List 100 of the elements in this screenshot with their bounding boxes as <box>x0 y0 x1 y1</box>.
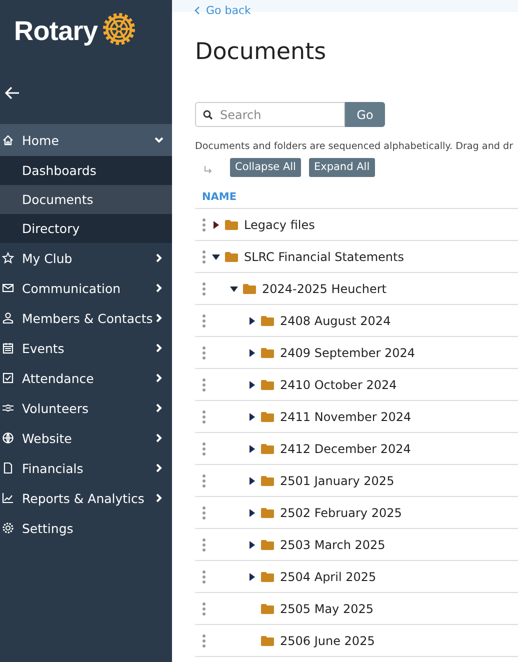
nav-item[interactable]: My Club <box>0 243 172 273</box>
chevron-right-icon <box>154 493 164 503</box>
search-field[interactable]: Search <box>195 102 345 127</box>
nav-item[interactable]: Attendance <box>0 363 172 393</box>
chevron-right-icon <box>154 403 164 413</box>
house-icon <box>2 134 14 146</box>
globe-icon <box>2 432 14 444</box>
folder-icon <box>243 284 256 294</box>
caret-right-icon[interactable] <box>248 444 256 452</box>
instruction-text: Documents and folders are sequenced alphabetically. Drag and dr <box>195 141 514 152</box>
caret-right-icon[interactable] <box>248 476 256 484</box>
drag-handle-icon <box>202 474 206 488</box>
drag-handle-icon <box>202 378 206 392</box>
nav-item[interactable]: Settings <box>0 513 172 543</box>
folder-icon <box>261 540 274 550</box>
nav-subitem[interactable]: Documents <box>0 185 172 214</box>
chevron-right-icon <box>154 343 164 353</box>
page-title: Documents <box>195 38 328 66</box>
folder-name[interactable]: 2504 April 2025 <box>280 570 376 584</box>
return-arrow-icon <box>204 166 212 174</box>
caret-down-icon[interactable] <box>212 252 220 260</box>
drag-handle-icon <box>202 442 206 456</box>
go-button[interactable]: Go <box>345 102 385 127</box>
nav-item[interactable]: Home <box>0 124 172 156</box>
caret-right-icon[interactable] <box>248 316 256 324</box>
nav-item[interactable]: Events <box>0 333 172 363</box>
folder-name[interactable]: SLRC Financial Statements <box>244 250 404 264</box>
nav-item[interactable]: Reports & Analytics <box>0 483 172 513</box>
caret-right-icon[interactable] <box>212 220 220 228</box>
chevron-right-icon <box>154 373 164 383</box>
person-icon <box>2 312 14 324</box>
folder-name[interactable]: 2505 May 2025 <box>280 602 374 616</box>
folder-name[interactable]: 2409 September 2024 <box>280 346 416 360</box>
folder-icon <box>261 316 274 326</box>
folder-icon <box>225 252 238 262</box>
chevron-right-icon <box>154 313 164 323</box>
gear-wheel-logo <box>100 11 137 47</box>
folder-name[interactable]: 2502 February 2025 <box>280 506 402 520</box>
folder-name[interactable]: 2501 January 2025 <box>280 474 394 488</box>
caret-right-icon[interactable] <box>248 412 256 420</box>
chevron-right-icon <box>154 253 164 263</box>
nav-subitem[interactable]: Dashboards <box>0 156 172 185</box>
back-arrow-icon[interactable] <box>4 86 20 100</box>
drag-handle-icon <box>202 410 206 424</box>
folder-icon <box>261 572 274 582</box>
nav-item[interactable]: Volunteers <box>0 393 172 423</box>
folder-icon <box>261 508 274 518</box>
envelope-icon <box>2 282 14 294</box>
caret-right-icon[interactable] <box>248 380 256 388</box>
caret-right-icon[interactable] <box>248 572 256 580</box>
nav-item[interactable]: Website <box>0 423 172 453</box>
nav-item[interactable]: Financials <box>0 453 172 483</box>
chevron-right-icon <box>154 433 164 443</box>
folder-name[interactable]: Legacy files <box>244 218 315 232</box>
gear-icon <box>2 522 14 534</box>
folder-name[interactable]: 2412 December 2024 <box>280 442 411 456</box>
nav-item[interactable]: Members & Contacts <box>0 303 172 333</box>
caret-down-icon[interactable] <box>230 284 238 292</box>
folder-icon <box>225 220 238 230</box>
drag-handle-icon <box>202 346 206 360</box>
folder-name[interactable]: 2503 March 2025 <box>280 538 386 552</box>
checkbox-icon <box>2 372 14 384</box>
folder-icon <box>261 476 274 486</box>
drag-handle-icon <box>202 250 206 264</box>
caret-right-icon[interactable] <box>248 348 256 356</box>
folder-name[interactable]: 2408 August 2024 <box>280 314 391 328</box>
drag-handle-icon <box>202 570 206 584</box>
drag-handle-icon <box>202 506 206 520</box>
drag-handle-icon <box>202 314 206 328</box>
folder-icon <box>261 380 274 390</box>
folder-icon <box>261 348 274 358</box>
search-icon <box>203 110 213 120</box>
chevron-down-icon <box>154 135 164 145</box>
line-chart-icon <box>2 492 14 504</box>
nav-item[interactable]: Communication <box>0 273 172 303</box>
folder-name[interactable]: 2410 October 2024 <box>280 378 397 392</box>
handshake-icon <box>2 402 14 414</box>
tree-button[interactable]: Collapse All <box>230 158 301 176</box>
drag-handle-icon <box>202 218 206 232</box>
drag-handle-icon <box>202 538 206 552</box>
logo-text: Rotary <box>14 16 98 46</box>
folder-icon <box>261 604 274 614</box>
chevron-right-icon <box>154 283 164 293</box>
star-icon <box>2 252 14 264</box>
drag-handle-icon <box>202 282 206 296</box>
folder-name[interactable]: 2411 November 2024 <box>280 410 412 424</box>
folder-icon <box>261 444 274 454</box>
nav-subitem[interactable]: Directory <box>0 214 172 243</box>
folder-name[interactable]: 2506 June 2025 <box>280 634 375 648</box>
caret-right-icon[interactable] <box>248 540 256 548</box>
folder-icon <box>261 412 274 422</box>
caret-right-icon[interactable] <box>248 508 256 516</box>
tree-button[interactable]: Expand All <box>308 158 375 176</box>
chevron-right-icon <box>154 463 164 473</box>
calendar-icon <box>2 342 14 354</box>
document-icon <box>2 462 14 474</box>
drag-handle-icon <box>202 634 206 648</box>
chevron-left-icon <box>194 6 200 15</box>
drag-handle-icon <box>202 602 206 616</box>
folder-name[interactable]: 2024-2025 Heuchert <box>262 282 386 296</box>
